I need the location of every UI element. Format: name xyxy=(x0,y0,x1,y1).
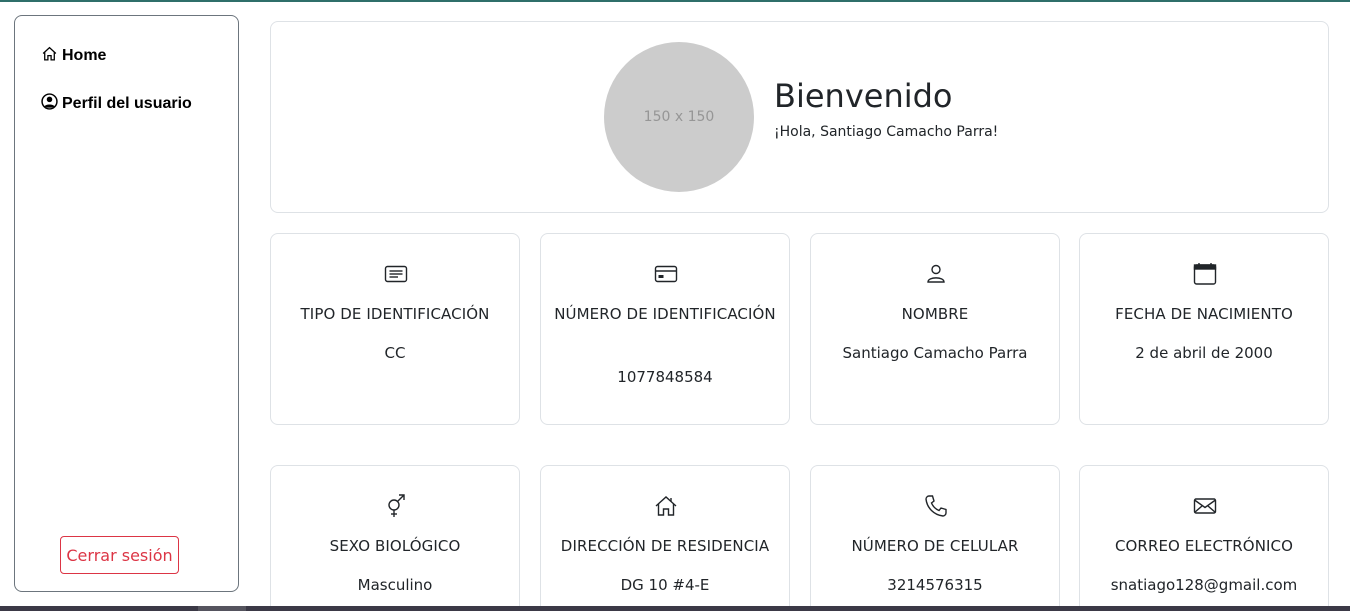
card-label: SEXO BIOLÓGICO xyxy=(329,537,461,555)
phone-icon xyxy=(923,493,949,519)
calendar-icon xyxy=(1192,261,1218,287)
sidebar-item-home[interactable]: Home xyxy=(41,45,106,67)
document-text-icon xyxy=(383,261,409,287)
bottom-bar-segment xyxy=(198,606,246,611)
page-title: Bienvenido xyxy=(774,77,953,115)
card-value: snatiago128@gmail.com xyxy=(1110,576,1298,594)
card-value: 1077848584 xyxy=(617,368,713,386)
greeting-text: ¡Hola, Santiago Camacho Parra! xyxy=(774,124,999,140)
house-icon xyxy=(653,493,679,519)
avatar-placeholder-text: 150 x 150 xyxy=(643,109,715,125)
sidebar-item-profile[interactable]: Perfil del usuario xyxy=(41,93,192,115)
card-value: 2 de abril de 2000 xyxy=(1135,344,1273,362)
info-card-address: DIRECCIÓN DE RESIDENCIA DG 10 #4-E xyxy=(540,465,790,611)
top-accent-line xyxy=(0,0,1350,2)
card-value: Masculino xyxy=(357,576,433,594)
credit-card-icon xyxy=(653,261,679,287)
avatar: 150 x 150 xyxy=(604,42,754,192)
card-value: 3214576315 xyxy=(887,576,983,594)
info-card-id-type: TIPO DE IDENTIFICACIÓN CC xyxy=(270,233,520,425)
sidebar: Home Perfil del usuario Cerrar sesión xyxy=(14,15,239,592)
info-card-email: CORREO ELECTRÓNICO snatiago128@gmail.com xyxy=(1079,465,1329,611)
card-label: CORREO ELECTRÓNICO xyxy=(1114,537,1294,555)
card-value: Santiago Camacho Parra xyxy=(842,344,1028,362)
card-value: DG 10 #4-E xyxy=(620,576,710,594)
envelope-icon xyxy=(1192,493,1218,519)
card-label: TIPO DE IDENTIFICACIÓN xyxy=(300,305,490,323)
card-label: NOMBRE xyxy=(901,305,969,323)
info-card-birthdate: FECHA DE NACIMIENTO 2 de abril de 2000 xyxy=(1079,233,1329,425)
card-label: FECHA DE NACIMIENTO xyxy=(1115,305,1293,323)
user-circle-icon xyxy=(41,93,58,115)
info-card-name: NOMBRE Santiago Camacho Parra xyxy=(810,233,1060,425)
bottom-bar xyxy=(0,606,1350,611)
info-card-id-number: NÚMERO DE IDENTIFICACIÓN 1077848584 xyxy=(540,233,790,425)
person-icon xyxy=(923,261,949,287)
home-icon xyxy=(41,45,58,67)
sidebar-item-label: Home xyxy=(62,47,107,64)
gender-ambiguous-icon xyxy=(383,493,409,519)
logout-button[interactable]: Cerrar sesión xyxy=(60,536,179,574)
card-label: NÚMERO DE IDENTIFICACIÓN xyxy=(554,305,776,323)
info-card-sex: SEXO BIOLÓGICO Masculino xyxy=(270,465,520,611)
card-label: DIRECCIÓN DE RESIDENCIA xyxy=(560,537,770,555)
welcome-card: 150 x 150 Bienvenido ¡Hola, Santiago Cam… xyxy=(270,21,1329,213)
sidebar-item-label: Perfil del usuario xyxy=(62,95,192,112)
info-card-phone: NÚMERO DE CELULAR 3214576315 xyxy=(810,465,1060,611)
card-label: NÚMERO DE CELULAR xyxy=(851,537,1019,555)
card-value: CC xyxy=(384,344,406,362)
